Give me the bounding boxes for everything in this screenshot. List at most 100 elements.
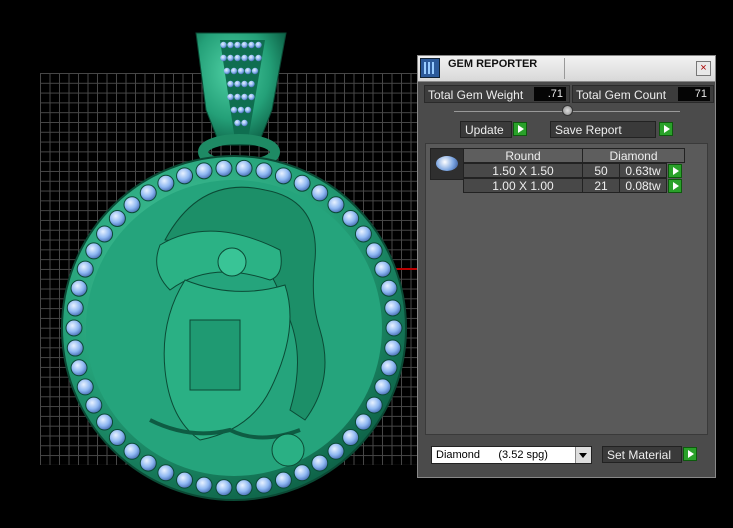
gem-stone — [235, 159, 253, 177]
gem-stone — [220, 41, 227, 49]
gem-stone — [365, 396, 383, 414]
gem-table-area: Round Diamond 1.50 X 1.50 50 0.63tw 1.00… — [425, 143, 708, 435]
set-material-arrow-icon[interactable] — [683, 447, 697, 461]
gem-stone — [234, 41, 241, 49]
gem-weight: 0.63tw — [619, 163, 667, 178]
gem-reporter-app-icon — [420, 58, 440, 78]
gem-stone — [244, 106, 252, 114]
gem-stone — [327, 196, 345, 214]
round-gem-icon[interactable] — [430, 148, 464, 180]
gem-stone — [342, 209, 360, 227]
gem-stone — [241, 119, 248, 127]
gem-stone — [237, 106, 245, 114]
close-icon[interactable]: × — [696, 61, 711, 76]
gem-stone — [274, 471, 292, 489]
gem-stone — [255, 162, 273, 180]
gem-stone — [230, 106, 238, 114]
gem-stone — [374, 260, 392, 278]
gem-stone — [227, 93, 234, 101]
gem-stone — [342, 429, 360, 447]
gem-stone — [76, 378, 94, 396]
gem-stone — [384, 299, 402, 317]
gem-stone — [76, 260, 94, 278]
save-report-arrow-icon[interactable] — [659, 122, 673, 136]
gem-stone — [248, 80, 255, 88]
update-arrow-icon[interactable] — [513, 122, 527, 136]
gem-stone — [251, 67, 259, 75]
total-gem-count-value: 71 — [678, 87, 710, 101]
gem-stone — [374, 378, 392, 396]
gem-stone — [241, 93, 248, 101]
gem-stone — [227, 41, 234, 49]
gem-stone — [234, 54, 241, 62]
gem-stone — [85, 242, 103, 260]
gem-stone — [354, 413, 372, 431]
chevron-down-icon[interactable] — [575, 447, 591, 463]
set-material-label: Set Material — [607, 448, 672, 462]
gem-stone — [65, 319, 83, 337]
set-material-button[interactable]: Set Material — [602, 446, 682, 463]
gem-stone — [139, 184, 157, 202]
gem-stone — [139, 454, 157, 472]
gem-stone — [66, 339, 84, 357]
gem-weight: 0.08tw — [619, 178, 667, 193]
gem-stone — [157, 464, 175, 482]
gem-stone — [241, 41, 248, 49]
gem-stone — [123, 442, 141, 460]
gem-stone — [311, 184, 329, 202]
gem-reporter-panel: GEM REPORTER × Total Gem Weight .71 Tota… — [417, 55, 716, 478]
gem-stone — [241, 80, 248, 88]
gem-stone — [385, 319, 403, 337]
gem-stone — [96, 225, 114, 243]
total-gem-weight-label: Total Gem Weight — [428, 88, 524, 102]
gem-stone — [215, 159, 233, 177]
gem-stone — [380, 279, 398, 297]
gem-stone — [176, 471, 194, 489]
gem-stone — [96, 413, 114, 431]
gem-stone — [234, 119, 241, 127]
gem-size: 1.50 X 1.50 — [463, 163, 583, 178]
gem-stone — [227, 54, 234, 62]
shape-header: Round — [463, 148, 583, 163]
gem-stone — [365, 242, 383, 260]
material-select[interactable]: Diamond (3.52 spg) — [431, 446, 592, 464]
gem-stone — [237, 67, 245, 75]
select-row-arrow-icon[interactable] — [668, 179, 682, 193]
gem-stone — [248, 54, 255, 62]
gift-box — [189, 319, 241, 391]
save-report-button[interactable]: Save Report — [550, 121, 656, 138]
gem-stone — [223, 67, 231, 75]
gem-stone — [244, 67, 252, 75]
gem-stone — [157, 174, 175, 192]
gem-reporter-titlebar[interactable]: GEM REPORTER × — [418, 56, 715, 82]
slider-thumb[interactable] — [562, 105, 573, 116]
gem-stone — [123, 196, 141, 214]
material-select-value: Diamond (3.52 spg) — [436, 449, 548, 461]
gem-stone — [70, 279, 88, 297]
gem-count: 50 — [582, 163, 620, 178]
gem-stone — [85, 396, 103, 414]
gem-stone — [234, 93, 241, 101]
gem-stone — [255, 476, 273, 494]
gem-stone — [70, 359, 88, 377]
gem-stone — [327, 442, 345, 460]
select-row-arrow-icon[interactable] — [668, 164, 682, 178]
gem-count: 21 — [582, 178, 620, 193]
pompom — [271, 433, 305, 467]
gem-stone — [241, 54, 248, 62]
gem-stone — [195, 476, 213, 494]
gem-stone — [215, 479, 233, 497]
gem-stone — [235, 479, 253, 497]
gem-stone — [176, 167, 194, 185]
gem-reporter-title: GEM REPORTER — [448, 58, 538, 70]
material-header: Diamond — [582, 148, 685, 163]
gem-stone — [293, 464, 311, 482]
gem-stone — [380, 359, 398, 377]
gem-stone — [195, 162, 213, 180]
gem-stone — [108, 209, 126, 227]
gem-stone — [384, 339, 402, 357]
gem-stone — [354, 225, 372, 243]
update-button[interactable]: Update — [460, 121, 512, 138]
update-label: Update — [465, 123, 504, 137]
gem-stone — [255, 54, 262, 62]
